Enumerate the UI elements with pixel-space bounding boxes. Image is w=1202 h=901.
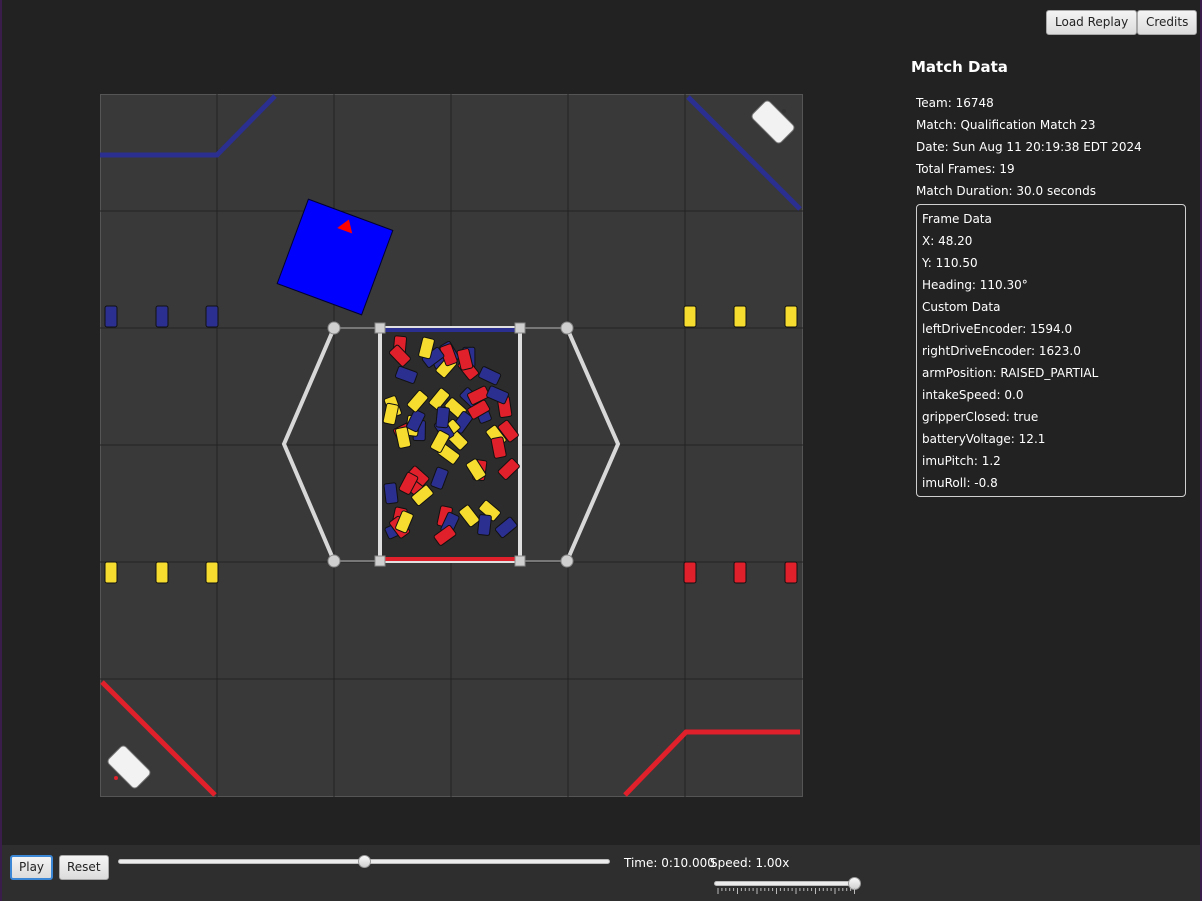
time-label: Time: 0:10.000	[624, 856, 715, 870]
sample-blue	[205, 305, 219, 328]
speed-slider-track[interactable]	[714, 881, 856, 886]
battery-voltage: batteryVoltage: 12.1	[922, 432, 1046, 446]
sample-yellow	[683, 305, 697, 328]
submersible-corner	[514, 555, 526, 567]
sample-blue	[104, 305, 118, 328]
right-drive-encoder: rightDriveEncoder: 1623.0	[922, 344, 1081, 358]
submersible-post	[327, 554, 341, 568]
x-value: X: 48.20	[922, 234, 973, 248]
arm-position: armPosition: RAISED_PARTIAL	[922, 366, 1099, 380]
sample-yellow	[205, 561, 219, 584]
load-replay-button[interactable]: Load Replay	[1046, 10, 1138, 35]
zone-dot	[782, 109, 786, 113]
submersible-sample	[383, 482, 399, 505]
intake-speed: intakeSpeed: 0.0	[922, 388, 1024, 402]
play-button[interactable]: Play	[10, 855, 54, 880]
imu-roll: imuRoll: -0.8	[922, 476, 998, 490]
date-label: Date: Sun Aug 11 20:19:38 EDT 2024	[916, 140, 1142, 154]
credits-button[interactable]: Credits	[1137, 10, 1198, 35]
left-drive-encoder: leftDriveEncoder: 1594.0	[922, 322, 1073, 336]
match-duration-label: Match Duration: 30.0 seconds	[916, 184, 1096, 198]
speed-label: Speed: 1.00x	[710, 856, 790, 870]
field-view	[100, 94, 803, 797]
sample-blue	[155, 305, 169, 328]
gripper-closed: gripperClosed: true	[922, 410, 1039, 424]
y-value: Y: 110.50	[922, 256, 978, 270]
heading-value: Heading: 110.30°	[922, 278, 1028, 292]
total-frames-label: Total Frames: 19	[916, 162, 1015, 176]
speed-slider-ticks	[717, 888, 855, 894]
submersible-corner	[374, 322, 386, 334]
zone-dot	[114, 776, 118, 780]
sample-yellow	[104, 561, 118, 584]
sample-red	[733, 561, 747, 584]
match-data-title: Match Data	[911, 58, 1008, 76]
window-border-left	[0, 0, 2, 901]
match-label: Match: Qualification Match 23	[916, 118, 1096, 132]
submersible-corner	[374, 555, 386, 567]
custom-data-header: Custom Data	[922, 300, 1001, 314]
team-label: Team: 16748	[916, 96, 994, 110]
sample-red	[683, 561, 697, 584]
frame-data-header: Frame Data	[922, 212, 992, 226]
sample-yellow	[155, 561, 169, 584]
sample-yellow	[733, 305, 747, 328]
imu-pitch: imuPitch: 1.2	[922, 454, 1001, 468]
field-canvas	[100, 94, 803, 797]
sample-red	[784, 561, 798, 584]
submersible-post	[560, 554, 574, 568]
submersible-corner	[514, 322, 526, 334]
timeline-slider-thumb[interactable]	[358, 855, 371, 868]
sample-yellow	[784, 305, 798, 328]
frame-data-box: Frame Data X: 48.20 Y: 110.50 Heading: 1…	[916, 204, 1186, 497]
submersible-post	[560, 321, 574, 335]
playback-bar	[2, 845, 1200, 901]
submersible-sample	[477, 514, 492, 536]
reset-button[interactable]: Reset	[59, 855, 109, 880]
submersible-sample	[435, 406, 450, 429]
submersible-post	[327, 321, 341, 335]
